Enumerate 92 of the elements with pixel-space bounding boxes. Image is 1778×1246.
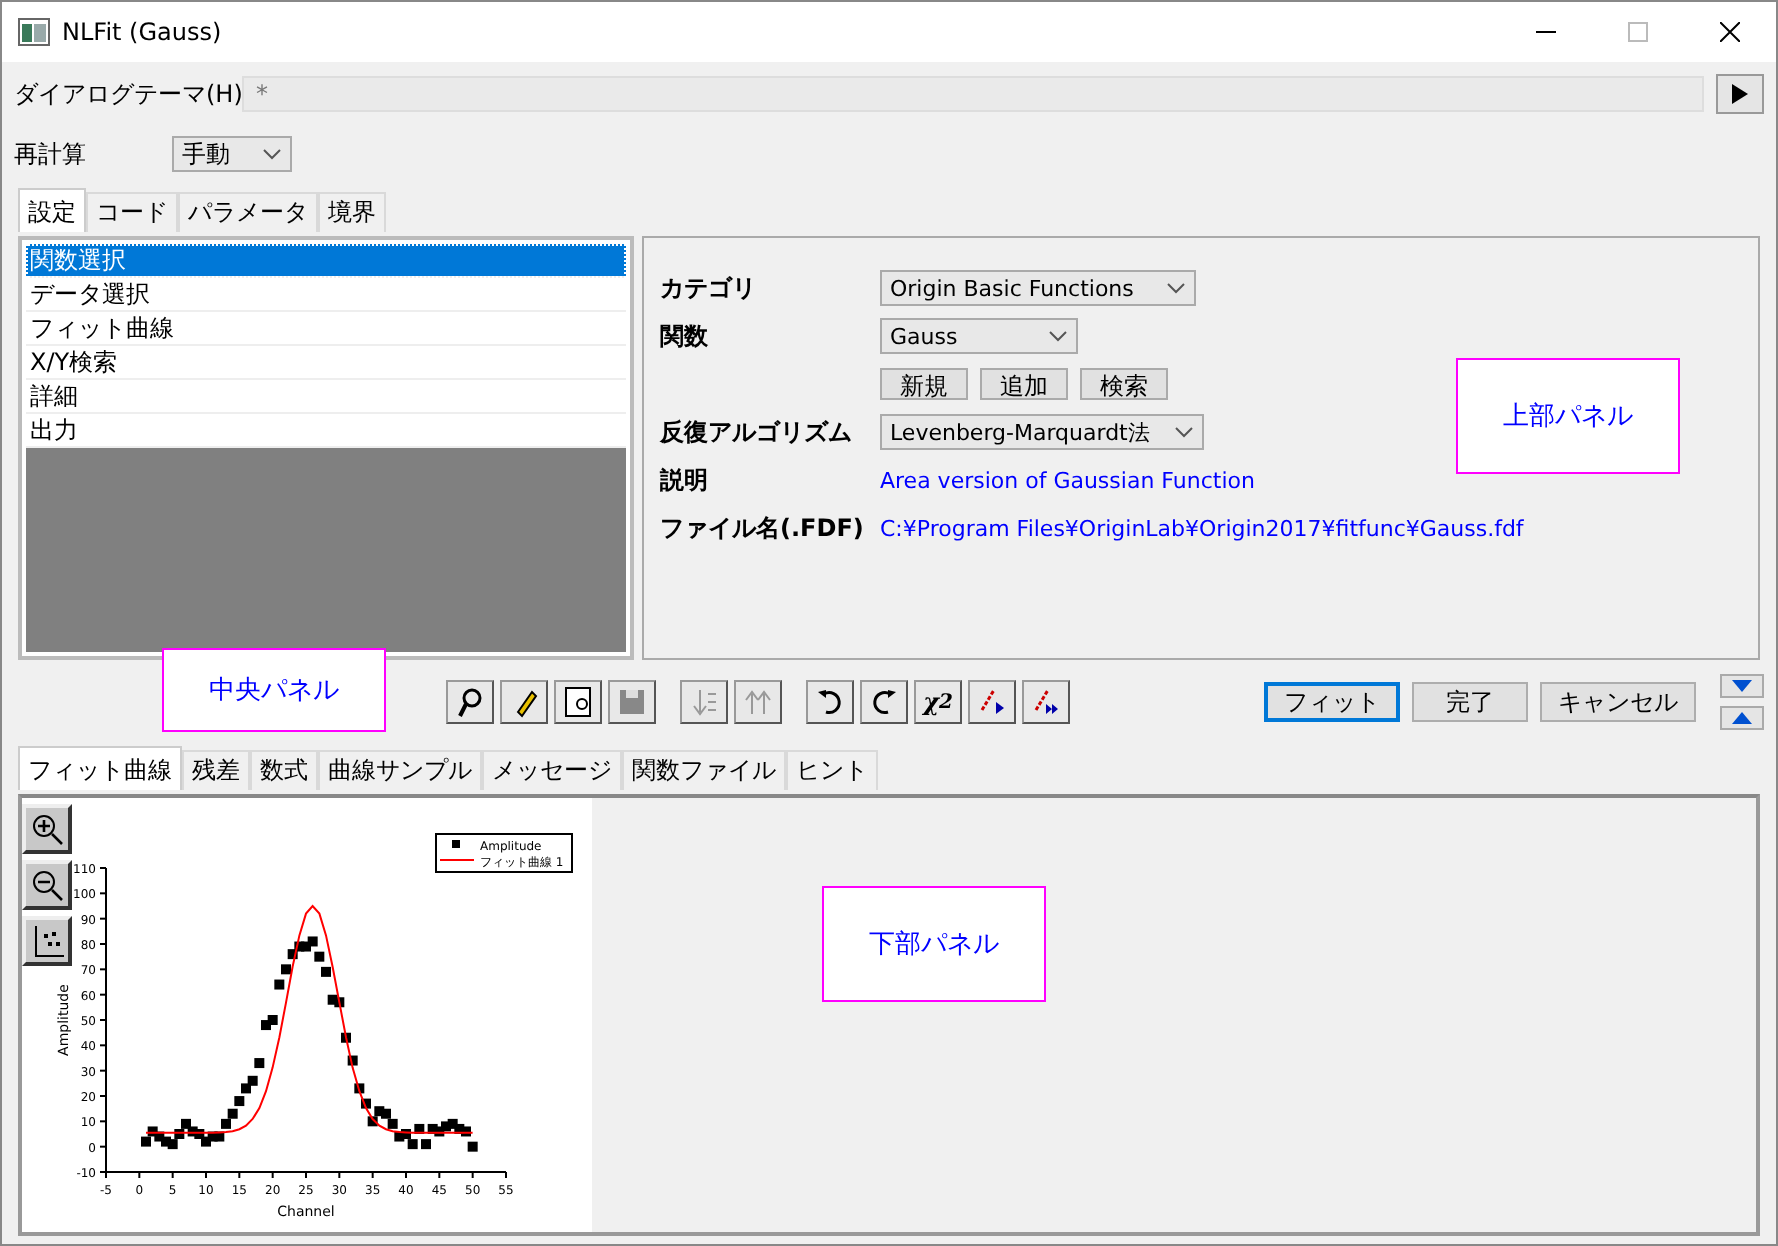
panel-down-button[interactable] [1720, 674, 1764, 698]
description-label: 説明 [660, 463, 710, 497]
function-action-button[interactable]: 追加 [980, 368, 1068, 400]
recalc-label: 再計算 [14, 137, 88, 171]
chevron-icon [1048, 330, 1068, 342]
triangle-down-icon [1732, 680, 1752, 692]
toolbar-button[interactable] [554, 680, 602, 724]
data-point [274, 979, 285, 990]
rescale-button[interactable] [22, 916, 72, 966]
data-point [361, 1098, 371, 1109]
play-icon [1732, 84, 1748, 104]
arrows-up-icon [742, 686, 774, 718]
theme-field[interactable]: * [242, 76, 1704, 112]
tab[interactable]: ヒント [786, 750, 878, 790]
toolbar-button[interactable] [608, 680, 656, 724]
data-point [347, 1055, 358, 1066]
tab[interactable]: 関数ファイル [622, 750, 786, 790]
recalc-dropdown[interactable]: 手動 [172, 136, 292, 172]
data-point [421, 1139, 431, 1150]
toolbar-button[interactable] [860, 680, 908, 724]
function-action-button[interactable]: 検索 [1080, 368, 1168, 400]
settings-list-item[interactable]: X/Y検索 [26, 346, 626, 380]
toolbar-button[interactable] [500, 680, 548, 724]
close-icon[interactable] [1720, 22, 1740, 42]
tab[interactable]: 境界 [318, 192, 386, 232]
toolbar-button[interactable] [806, 680, 854, 724]
annotation-box: 下部パネル [822, 886, 1046, 1002]
tab[interactable]: パラメータ [178, 192, 318, 232]
data-point [254, 1058, 265, 1069]
function-dropdown[interactable]: Gauss [880, 318, 1078, 354]
arrow-down-icon [688, 686, 720, 718]
function-action-button[interactable]: 新規 [880, 368, 968, 400]
legend-box [435, 833, 573, 873]
function-label: 関数 [660, 319, 710, 353]
settings-list-item[interactable]: 詳細 [26, 380, 626, 414]
file-label: ファイル名(.FDF) [660, 511, 866, 545]
maximize-icon [1628, 22, 1648, 42]
app-icon [18, 18, 50, 46]
fast-forward-icon [1030, 686, 1062, 718]
tab[interactable]: コード [86, 192, 178, 232]
zoom-out-button[interactable] [22, 860, 72, 910]
settings-list-item[interactable]: フィット曲線 [26, 312, 626, 346]
tab[interactable]: 設定 [18, 188, 86, 232]
tab[interactable]: 残差 [182, 750, 250, 790]
triangle-up-icon [1732, 712, 1752, 724]
chevron-icon [262, 148, 282, 160]
annotation-box: 中央パネル [162, 648, 386, 732]
redo-icon [868, 686, 900, 718]
save-icon [616, 686, 648, 718]
dialog-button[interactable]: 完了 [1412, 682, 1528, 722]
window-title: NLFit (Gauss) [62, 18, 222, 46]
scatter-axes-icon [29, 923, 65, 959]
toolbar-button[interactable] [968, 680, 1016, 724]
data-point [467, 1141, 478, 1152]
data-point [341, 1032, 351, 1043]
data-point [314, 951, 325, 962]
algorithm-label: 反復アルゴリズム [660, 415, 854, 449]
tab[interactable]: 曲線サンプル [318, 750, 482, 790]
dialog-button[interactable]: キャンセル [1540, 682, 1696, 722]
data-point [281, 964, 291, 975]
zoom-in-button[interactable] [22, 804, 72, 854]
category-label: カテゴリ [660, 271, 758, 305]
magnifier-icon [454, 686, 486, 718]
settings-list-item[interactable]: 関数選択 [26, 244, 626, 278]
tab[interactable]: メッセージ [482, 750, 622, 790]
legend-line [439, 859, 475, 861]
category-dropdown[interactable]: Origin Basic Functions [880, 270, 1196, 306]
settings-list-item[interactable]: データ選択 [26, 278, 626, 312]
theme-label: ダイアログテーマ(H) [14, 77, 242, 111]
toolbar-button[interactable] [680, 680, 728, 724]
data-point [354, 1083, 365, 1094]
description-text: Area version of Gaussian Function [880, 467, 1255, 493]
data-point [321, 966, 331, 977]
chevron-icon [1174, 426, 1194, 438]
dialog-button[interactable]: フィット [1264, 682, 1400, 722]
legend-marker [452, 840, 460, 848]
toolbar-button[interactable] [1022, 680, 1070, 724]
toolbar-button[interactable] [446, 680, 494, 724]
chevron-icon [1166, 282, 1186, 294]
algorithm-dropdown[interactable]: Levenberg-Marquardt法 [880, 414, 1204, 450]
panel-up-button[interactable] [1720, 706, 1764, 730]
expand-button[interactable] [1716, 74, 1764, 114]
document-icon [562, 686, 594, 718]
zoom-in-icon [29, 811, 65, 847]
file-path: C:¥Program Files¥OriginLab¥Origin2017¥fitfunc¥Gauss.fdf [880, 515, 1524, 541]
undo-icon [814, 686, 846, 718]
step-icon [976, 686, 1008, 718]
tab[interactable]: フィット曲線 [18, 746, 182, 790]
zoom-out-icon [29, 867, 65, 903]
toolbar-button[interactable] [734, 680, 782, 724]
tab[interactable]: 数式 [250, 750, 318, 790]
annotation-box: 上部パネル [1456, 358, 1680, 474]
